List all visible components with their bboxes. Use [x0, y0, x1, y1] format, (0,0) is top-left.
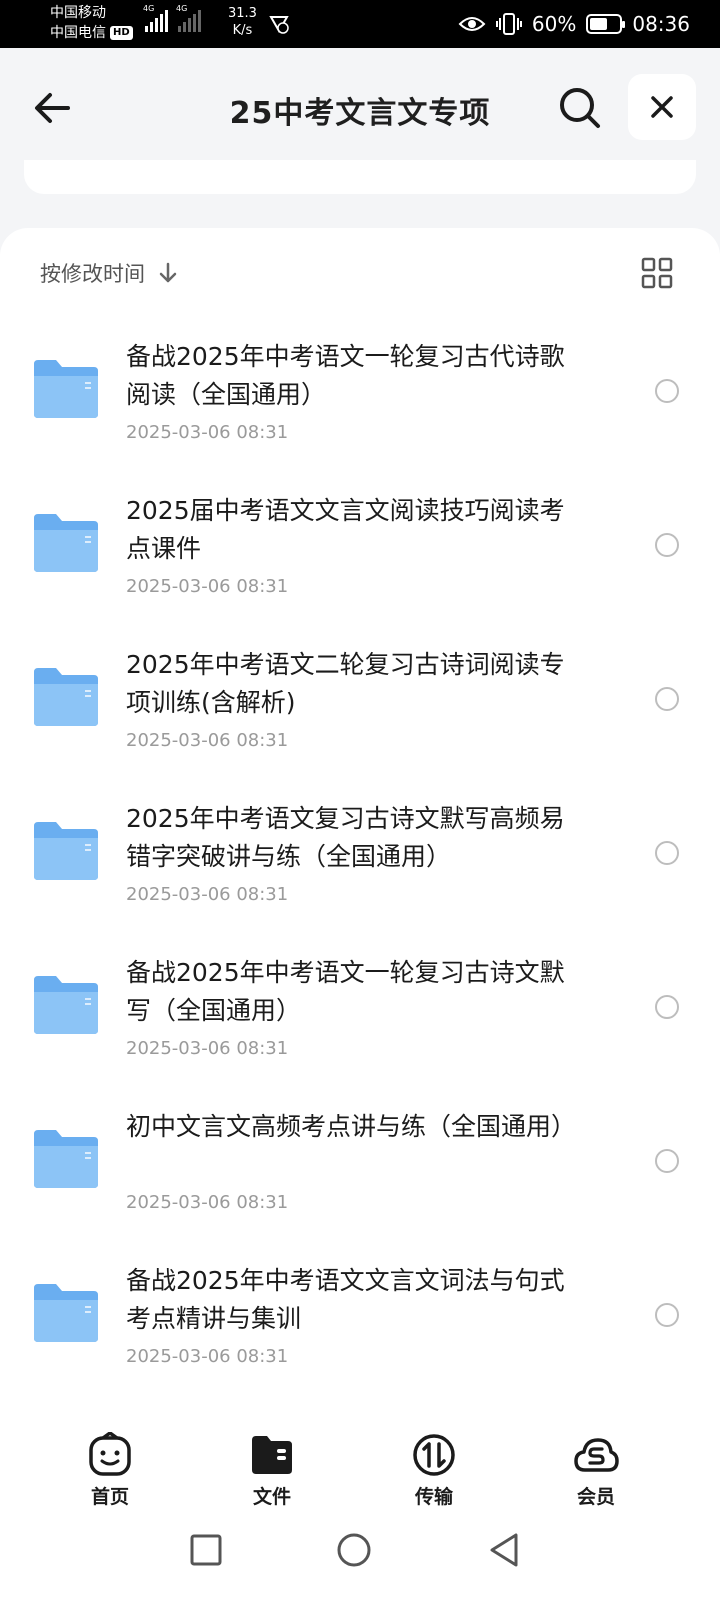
arrow-down-icon [159, 262, 177, 283]
home-button[interactable] [334, 1530, 374, 1570]
search-icon [560, 88, 600, 128]
close-icon [651, 96, 673, 118]
select-checkbox[interactable] [655, 687, 679, 711]
nav-files[interactable]: 文件 [212, 1432, 332, 1509]
folder-icon [34, 1284, 98, 1342]
search-button[interactable] [556, 84, 604, 132]
header: 25中考文言文专项 [0, 48, 720, 168]
back-nav-button[interactable] [484, 1530, 524, 1570]
select-checkbox[interactable] [655, 1149, 679, 1173]
file-list: 备战2025年中考语文一轮复习古代诗歌阅读（全国通用） 2025-03-06 08… [0, 328, 720, 1406]
signal-icon: 4G [176, 4, 201, 32]
file-date: 2025-03-06 08:31 [126, 1038, 289, 1059]
file-row[interactable]: 初中文言文高频考点讲与练（全国通用） 2025-03-06 08:31 [0, 1098, 720, 1252]
battery-icon [586, 14, 626, 34]
select-checkbox[interactable] [655, 379, 679, 403]
close-button[interactable] [628, 74, 696, 140]
eye-icon [458, 17, 486, 31]
file-name: 备战2025年中考语文文言文词法与句式考点精讲与集训 [126, 1266, 565, 1333]
folder-icon [252, 1436, 292, 1474]
file-date: 2025-03-06 08:31 [126, 1346, 289, 1367]
file-row[interactable]: 备战2025年中考语文一轮复习古诗文默写（全国通用） 2025-03-06 08:… [0, 944, 720, 1098]
speed-value: 31.3 [228, 6, 257, 21]
file-row[interactable]: 备战2025年中考语文文言文词法与句式考点精讲与集训 2025-03-06 08:… [0, 1252, 720, 1406]
folder-icon [34, 822, 98, 880]
nav-transfer[interactable]: 传输 [374, 1432, 494, 1509]
carrier-info: 中国移动 中国电信 HD [50, 3, 133, 43]
nav-transfer-label: 传输 [414, 1486, 453, 1508]
file-name: 备战2025年中考语文一轮复习古诗文默写（全国通用） [126, 958, 565, 1025]
signal-indicators: 4G 4G [143, 4, 201, 32]
file-name: 2025年中考语文二轮复习古诗词阅读专项训练(含解析) [126, 650, 565, 717]
recent-apps-button[interactable] [186, 1530, 226, 1570]
network-type-2: 4G [176, 4, 188, 13]
grid-icon [641, 257, 673, 289]
hd-badge: HD [110, 26, 133, 40]
folder-icon [34, 668, 98, 726]
status-bar: 中国移动 中国电信 HD 4G 4G 31.3 K/s 60% 08:36 [0, 0, 720, 48]
file-name: 备战2025年中考语文一轮复习古代诗歌阅读（全国通用） [126, 342, 565, 409]
file-name: 2025届中考语文文言文阅读技巧阅读考点课件 [126, 496, 565, 563]
sort-label: 按修改时间 [40, 262, 145, 286]
carrier-1: 中国移动 [50, 5, 106, 21]
speed-unit: K/s [232, 23, 253, 38]
folder-icon [34, 514, 98, 572]
file-date: 2025-03-06 08:31 [126, 1192, 289, 1213]
folder-icon [34, 360, 98, 418]
battery-percent: 60% [531, 12, 577, 36]
smiley-icon [89, 1432, 131, 1476]
network-speed: 31.3 K/s [228, 5, 257, 39]
transfer-icon [413, 1434, 455, 1476]
file-name: 初中文言文高频考点讲与练（全国通用） [126, 1112, 577, 1141]
cloud-icon [574, 1438, 619, 1472]
nav-files-label: 文件 [252, 1486, 291, 1508]
clock: 08:36 [632, 12, 690, 36]
folder-icon [34, 976, 98, 1034]
file-row[interactable]: 2025届中考语文文言文阅读技巧阅读考点课件 2025-03-06 08:31 [0, 482, 720, 636]
nav-member-label: 会员 [576, 1486, 615, 1508]
file-name: 2025年中考语文复习古诗文默写高频易错字突破讲与练（全国通用） [126, 804, 565, 871]
wifi-call-icon [269, 16, 289, 34]
folder-icon [34, 1130, 98, 1188]
file-row[interactable]: 2025年中考语文复习古诗文默写高频易错字突破讲与练（全国通用） 2025-03-… [0, 790, 720, 944]
signal-icon: 4G [143, 4, 168, 32]
grid-view-button[interactable] [640, 256, 674, 290]
file-date: 2025-03-06 08:31 [126, 884, 289, 905]
select-checkbox[interactable] [655, 1303, 679, 1327]
status-right: 60% 08:36 [458, 0, 690, 48]
sort-selector[interactable]: 按修改时间 [40, 258, 179, 288]
system-nav-bar [0, 1510, 720, 1600]
select-checkbox[interactable] [655, 533, 679, 557]
collapsed-info-card [24, 160, 696, 194]
select-checkbox[interactable] [655, 995, 679, 1019]
nav-member[interactable]: 会员 [536, 1432, 656, 1509]
file-date: 2025-03-06 08:31 [126, 576, 289, 597]
vibrate-icon [495, 13, 522, 35]
file-date: 2025-03-06 08:31 [126, 422, 289, 443]
file-date: 2025-03-06 08:31 [126, 730, 289, 751]
file-row[interactable]: 备战2025年中考语文一轮复习古代诗歌阅读（全国通用） 2025-03-06 08… [0, 328, 720, 482]
file-row[interactable]: 2025年中考语文二轮复习古诗词阅读专项训练(含解析) 2025-03-06 08… [0, 636, 720, 790]
bottom-nav: 首页 文件 传输 会员 [0, 1420, 720, 1510]
page-title: 25中考文言文专项 [229, 96, 491, 131]
carrier-2: 中国电信 [50, 25, 106, 41]
nav-home-label: 首页 [90, 1486, 129, 1508]
network-type-1: 4G [143, 4, 155, 13]
file-list-card: 按修改时间 备战2025年中考语文一轮复习古代诗歌阅读（全国通用） 2025-03… [0, 228, 720, 1538]
select-checkbox[interactable] [655, 841, 679, 865]
nav-home[interactable]: 首页 [50, 1432, 170, 1509]
